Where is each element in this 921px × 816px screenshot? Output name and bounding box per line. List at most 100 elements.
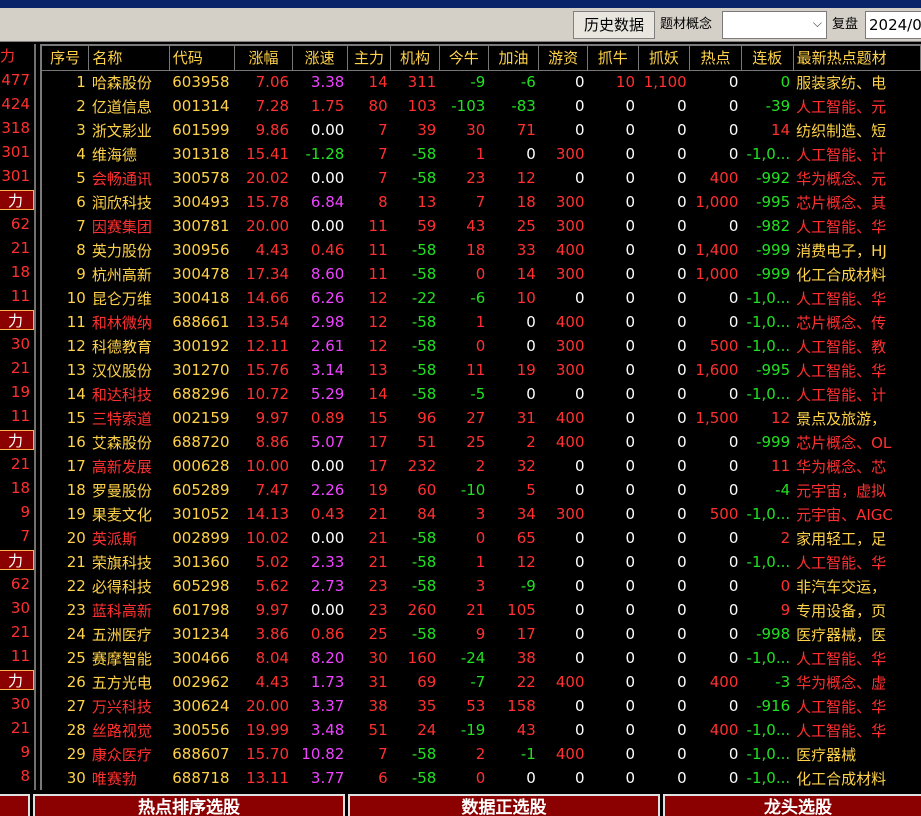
cell-jy: 0: [526, 769, 536, 787]
table-row[interactable]: 16 艾森股份 688720 8.86 5.07 17 51 25 2 400 0 0 0 -999 芯片概…: [42, 430, 921, 454]
table-row[interactable]: 29 康众医疗 688607 15.70 10.82 7 -58 2 -1 400 0 0 0 -1,0.…: [42, 742, 921, 766]
cell-zy: 0: [677, 673, 687, 691]
cell-rd: 0: [728, 313, 739, 331]
bottom-button-bar: 热点排序选股 数据正选股 龙头选股: [0, 792, 921, 816]
table-row[interactable]: 6 润欣科技 300493 15.78 6.84 8 13 7 18 300 0 0 1,000 -995…: [42, 190, 921, 214]
cell-code: 301234: [172, 625, 230, 643]
review-date-field[interactable]: 2024/0: [865, 11, 921, 39]
column-header[interactable]: 连板: [741, 46, 794, 71]
column-header[interactable]: 最新热点题材: [793, 46, 921, 71]
column-header[interactable]: 名称: [88, 46, 170, 71]
cell-code: 605289: [172, 481, 230, 499]
column-header[interactable]: 抓牛: [587, 46, 639, 71]
cell-yz: 0: [574, 97, 585, 115]
column-header[interactable]: 机构: [390, 46, 440, 71]
cell-jy: 17: [516, 625, 536, 643]
cell-jg: 103: [407, 97, 437, 115]
bottom-partial-button[interactable]: [0, 794, 30, 816]
table-row[interactable]: 27 万兴科技 300624 20.00 3.37 38 35 53 158 0 0 0 0 -916 人工…: [42, 694, 921, 718]
cell-idx: 13: [66, 361, 86, 379]
table-row[interactable]: 22 必得科技 605298 5.62 2.73 23 -58 3 -9 0 0 0 0 0 非汽车交运，: [42, 574, 921, 598]
column-header[interactable]: 今牛: [439, 46, 489, 71]
cell-idx: 3: [76, 121, 86, 139]
table-row[interactable]: 28 丝路视觉 300556 19.99 3.48 51 24 -19 43 0 0 0 400 -1,0…: [42, 718, 921, 742]
cell-jg: 59: [417, 217, 437, 235]
cell-zy: 0: [677, 481, 687, 499]
history-data-button[interactable]: 历史数据: [573, 11, 655, 39]
cell-zn: 0: [625, 553, 635, 571]
cell-zn: 0: [625, 121, 635, 139]
table-row[interactable]: 4 维海德 301318 15.41 -1.28 7 -58 1 0 300 0 0 0 -1,0... 人…: [42, 142, 921, 166]
table-row[interactable]: 12 科德教育 300192 12.11 2.61 12 -58 0 0 300 0 0 500 -1,0…: [42, 334, 921, 358]
cell-zn: 0: [625, 457, 635, 475]
table-row[interactable]: 19 果麦文化 301052 14.13 0.43 21 84 3 34 300 0 0 500 -1,0…: [42, 502, 921, 526]
cell-code: 300578: [172, 169, 230, 187]
cell-idx: 19: [66, 505, 86, 523]
cell-zn: 0: [625, 265, 635, 283]
cell-jg: 39: [417, 121, 437, 139]
cell-theme: 元宇宙，虚拟: [796, 481, 887, 500]
cell-yz: 0: [574, 577, 585, 595]
table-row[interactable]: 14 和达科技 688296 10.72 5.29 14 -58 -5 0 0 0 0 0 -1,0...…: [42, 382, 921, 406]
cell-lb: -1,0...: [746, 553, 791, 571]
cell-jg: 35: [417, 697, 437, 715]
left-column-badge: 力: [0, 190, 34, 210]
table-row[interactable]: 11 和林微纳 688661 13.54 2.98 12 -58 1 0 400 0 0 0 -1,0..…: [42, 310, 921, 334]
column-header[interactable]: 序号: [42, 46, 90, 71]
column-header[interactable]: 主力: [347, 46, 392, 71]
table-row[interactable]: 15 三特索道 002159 9.97 0.89 15 96 27 31 400 0 0 1,500 12…: [42, 406, 921, 430]
table-row[interactable]: 7 因赛集团 300781 20.00 0.00 11 59 43 25 300 0 0 0 -982 人工…: [42, 214, 921, 238]
cell-zl: 7: [378, 745, 388, 763]
column-header[interactable]: 加油: [488, 46, 540, 71]
table-row[interactable]: 13 汉仪股份 301270 15.76 3.14 13 -58 11 19 300 0 0 1,600…: [42, 358, 921, 382]
column-header[interactable]: 涨幅: [234, 46, 293, 71]
table-row[interactable]: 17 高新发展 000628 10.00 0.00 17 232 2 32 0 0 0 0 11 华为概念、…: [42, 454, 921, 478]
table-row[interactable]: 23 蓝科高新 601798 9.97 0.00 23 260 21 105 0 0 0 0 9 专用设备，…: [42, 598, 921, 622]
cell-zn: 0: [625, 625, 635, 643]
cell-zy: 0: [677, 625, 687, 643]
table-row[interactable]: 10 昆仑万维 300418 14.66 6.26 12 -22 -6 10 0 0 0 0 -1,0..…: [42, 286, 921, 310]
column-header[interactable]: 抓妖: [638, 46, 691, 71]
cell-chg: 12.11: [246, 337, 290, 355]
cell-zy: 0: [677, 97, 687, 115]
column-header[interactable]: 游资: [538, 46, 588, 71]
cell-zy: 0: [677, 433, 687, 451]
data-positive-select-button[interactable]: 数据正选股: [348, 794, 660, 816]
leader-select-button[interactable]: 龙头选股: [663, 794, 921, 816]
cell-yz: 0: [574, 457, 585, 475]
column-header[interactable]: 涨速: [292, 46, 348, 71]
table-row[interactable]: 9 杭州高新 300478 17.34 8.60 11 -58 0 14 300 0 0 1,000 -9…: [42, 262, 921, 286]
hot-sort-select-button[interactable]: 热点排序选股: [33, 794, 345, 816]
table-row[interactable]: 8 英力股份 300956 4.43 0.46 11 -58 18 33 400 0 0 1,400 -9…: [42, 238, 921, 262]
table-row[interactable]: 21 荣旗科技 301360 5.02 2.33 21 -58 1 12 0 0 0 0 -1,0... 人…: [42, 550, 921, 574]
theme-concept-select[interactable]: ⌵: [722, 11, 827, 39]
cell-zl: 14: [368, 73, 388, 92]
cell-idx: 7: [76, 217, 86, 235]
table-row[interactable]: 24 五洲医疗 301234 3.86 0.86 25 -58 9 17 0 0 0 0 -998 医疗器械…: [42, 622, 921, 646]
cell-yz: 0: [574, 769, 585, 787]
table-row[interactable]: 1 哈森股份 603958 7.06 3.38 14 311 -9 -6 0 10 1,100 0 0 服装…: [42, 70, 921, 94]
table-row[interactable]: 18 罗曼股份 605289 7.47 2.26 19 60 -10 5 0 0 0 0 -4 元宇宙，虚拟: [42, 478, 921, 502]
column-header[interactable]: 热点: [689, 46, 742, 71]
table-row[interactable]: 26 五方光电 002962 4.43 1.73 31 69 -7 22 400 0 0 400 -3 华为…: [42, 670, 921, 694]
cell-name: 会畅通讯: [91, 169, 152, 188]
cell-lb: -39: [765, 97, 791, 115]
column-header[interactable]: 代码: [169, 46, 236, 71]
cell-code: 300624: [172, 697, 230, 715]
table-row[interactable]: 2 亿道信息 001314 7.28 1.75 80 103 -103 -83 0 0 0 0 -39 人工…: [42, 94, 921, 118]
cell-zy: 0: [677, 193, 687, 211]
left-column-value: 7: [20, 527, 30, 545]
cell-code: 300466: [172, 649, 230, 667]
cell-jy: -9: [520, 577, 536, 595]
table-row[interactable]: 20 英派斯 002899 10.02 0.00 21 -58 0 65 0 0 0 0 2 家用轻工，足: [42, 526, 921, 550]
chevron-down-icon[interactable]: ⌵: [813, 16, 822, 31]
cell-jy: 5: [526, 481, 536, 499]
left-column-value: 318: [1, 119, 30, 137]
cell-zl: 7: [378, 169, 388, 187]
table-row[interactable]: 25 赛摩智能 300466 8.04 8.20 30 160 -24 38 0 0 0 0 -1,0..…: [42, 646, 921, 670]
cell-name: 科德教育: [91, 337, 152, 356]
table-row[interactable]: 5 会畅通讯 300578 20.02 0.00 7 -58 23 12 0 0 0 400 -992 华为…: [42, 166, 921, 190]
table-row[interactable]: 3 浙文影业 601599 9.86 0.00 7 39 30 71 0 0 0 0 14 纺织制造、短: [42, 118, 921, 142]
table-row[interactable]: 30 唯赛勃 688718 13.11 3.77 6 -58 0 0 0 0 0 0 -1,0... 化工合…: [42, 766, 921, 790]
cell-code: 300556: [172, 721, 230, 739]
